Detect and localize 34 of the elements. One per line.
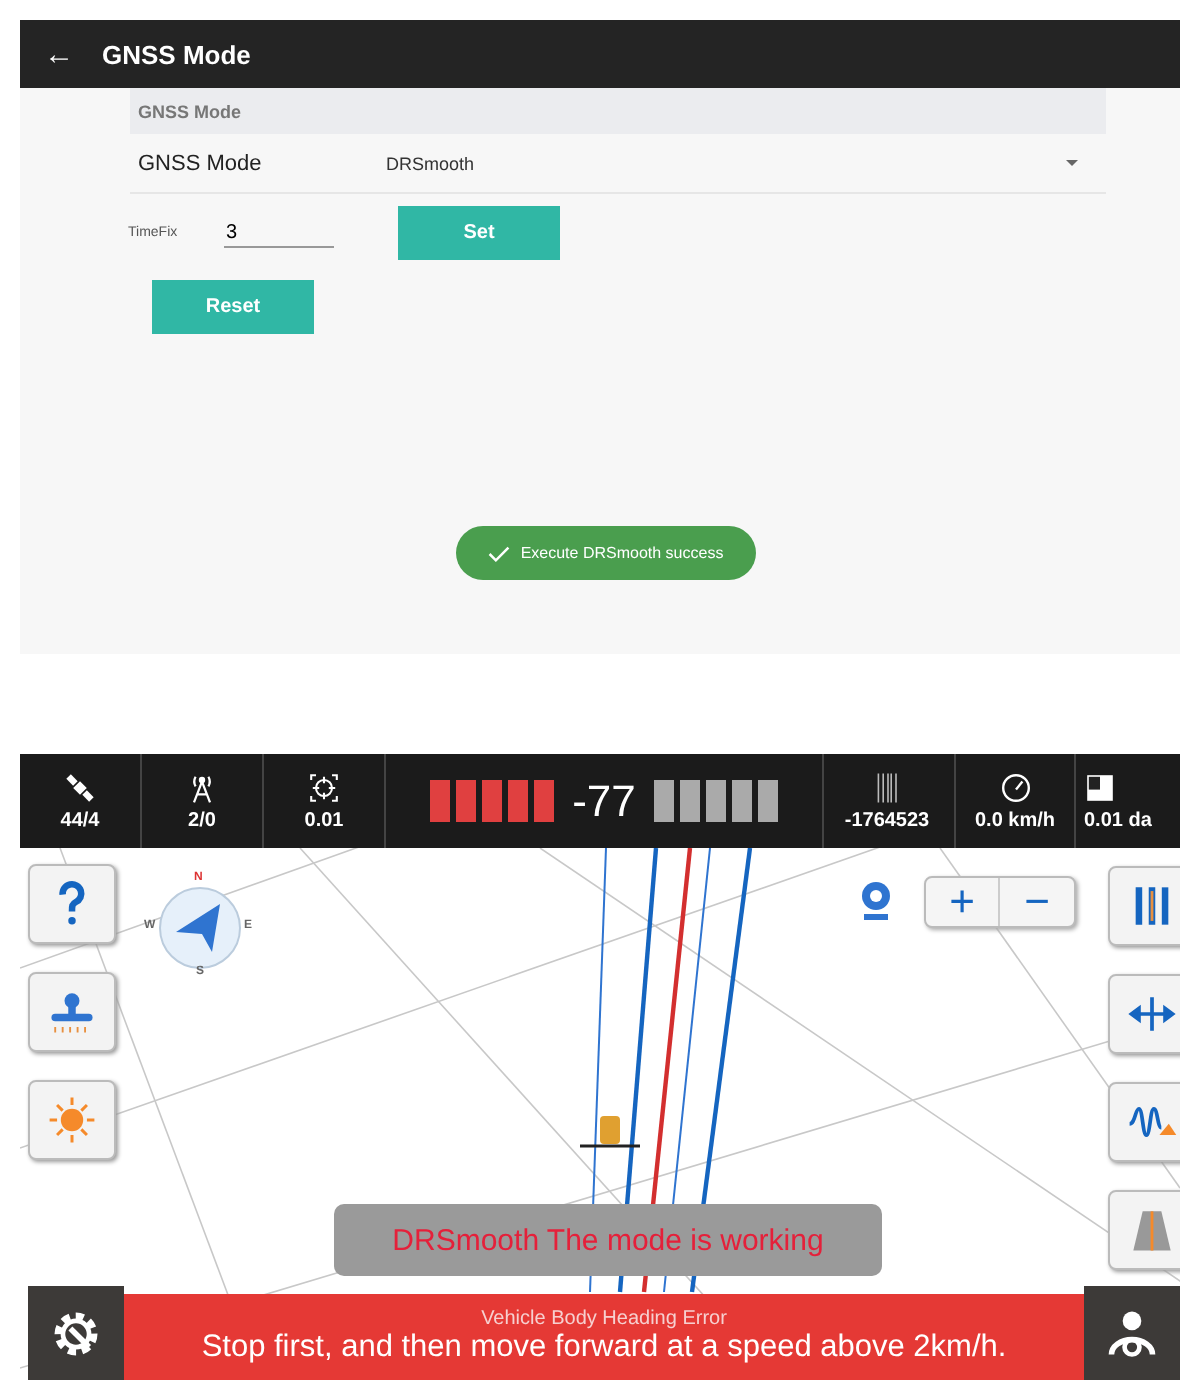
guidance-lines-button[interactable]: [1108, 866, 1180, 946]
toast-text: Execute DRSmooth success: [520, 544, 724, 562]
road-button[interactable]: [1108, 1190, 1180, 1270]
back-button[interactable]: ←: [20, 37, 80, 71]
mode-message: DRSmooth The mode is working: [334, 1204, 882, 1276]
zoom-in-button[interactable]: +: [926, 878, 1000, 926]
check-icon: [488, 545, 511, 561]
toolbar-title: GNSS Mode: [102, 39, 251, 69]
status-value: 0.01 da: [1084, 809, 1152, 831]
shift-line-button[interactable]: [1108, 974, 1180, 1054]
alert-title: Vehicle Body Heading Error: [481, 1308, 727, 1330]
status-value: 44/4: [60, 809, 100, 831]
dropdown-caret-icon: [1066, 160, 1078, 166]
implement-button[interactable]: [28, 972, 116, 1052]
wave-button[interactable]: [1108, 1082, 1180, 1162]
section-title: GNSS Mode: [138, 101, 242, 121]
status-value: 0.0 km/h: [974, 809, 1056, 831]
timefix-input[interactable]: 3: [224, 218, 334, 248]
speedometer-icon: [999, 771, 1031, 803]
driver-button[interactable]: [1084, 1286, 1180, 1380]
help-button[interactable]: [28, 864, 116, 944]
alert-message: Stop first, and then move forward at a speed above 2km/h.: [201, 1330, 1007, 1366]
target-icon: [308, 771, 340, 803]
zoom-out-button[interactable]: −: [1000, 878, 1074, 926]
satellite-icon: [64, 771, 96, 803]
gnss-mode-dropdown[interactable]: GNSS Mode DRSmooth: [130, 134, 1106, 194]
sun-icon: [44, 1092, 100, 1148]
offset-reading: -77: [572, 775, 636, 827]
square-icon: [1084, 771, 1116, 803]
tractor-icon: [580, 1116, 640, 1148]
settings-button[interactable]: [28, 1286, 124, 1380]
status-value: 2/0: [188, 809, 216, 831]
status-value: 0.01: [304, 809, 344, 831]
status-value: -1764523: [844, 809, 930, 831]
